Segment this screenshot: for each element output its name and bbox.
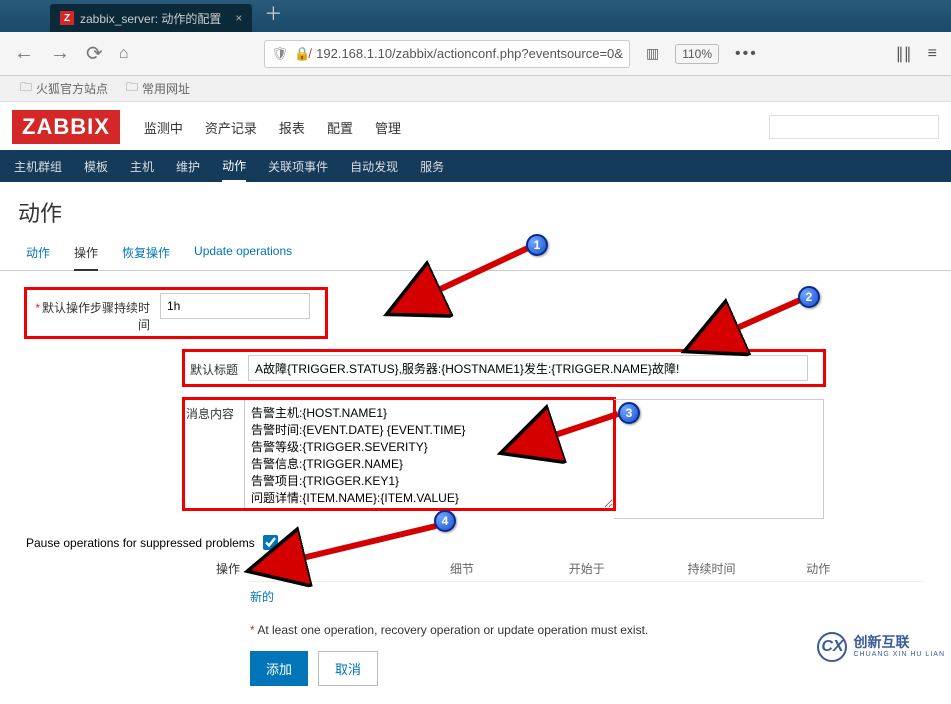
subnav-hosts[interactable]: 主机 <box>130 158 154 175</box>
cancel-button[interactable]: 取消 <box>318 651 378 686</box>
new-op-link[interactable]: 新的 <box>250 582 274 605</box>
search-input[interactable] <box>769 115 939 139</box>
nav-reports[interactable]: 报表 <box>279 118 305 137</box>
tab-favicon: Z <box>60 11 74 25</box>
pause-row: Pause operations for suppressed problems <box>26 533 925 560</box>
add-button[interactable]: 添加 <box>250 651 308 686</box>
url-text: 192.168.1.10/zabbix/actionconf.php?event… <box>316 46 623 61</box>
subnav-services[interactable]: 服务 <box>420 158 444 175</box>
form-tabs: 动作 操作 恢复操作 Update operations <box>0 236 951 271</box>
annotation-bubble-3: 3 <box>618 402 640 424</box>
annotation-bubble-4: 4 <box>434 510 456 532</box>
annotation-bubble-2: 2 <box>798 286 820 308</box>
message-textarea[interactable] <box>244 399 614 509</box>
top-menu: 监测中 资产记录 报表 配置 管理 <box>144 118 401 137</box>
zoom-badge[interactable]: 110% <box>675 44 719 64</box>
form-area: *默认操作步骤持续时间 默认标题 消息内容 Pause operations f… <box>0 271 951 704</box>
sub-nav: 主机群组 模板 主机 维护 动作 关联项事件 自动发现 服务 <box>0 150 951 182</box>
ops-table: 步骤 细节 开始于 持续时间 动作 新的 <box>250 560 925 605</box>
annotation-bubble-1: 1 <box>526 234 548 256</box>
ops-col-start: 开始于 <box>569 560 688 577</box>
tab-recovery[interactable]: 恢复操作 <box>122 236 170 270</box>
shield-icon: 🛡 <box>271 46 288 62</box>
subnav-maintenance[interactable]: 维护 <box>176 158 200 175</box>
page-title: 动作 <box>0 182 951 236</box>
zabbix-page: ZABBIX 监测中 资产记录 报表 配置 管理 主机群组 模板 主机 维护 动… <box>0 102 951 704</box>
home-icon[interactable]: ⌂ <box>119 45 129 63</box>
label-duration: 默认操作步骤持续时间 <box>42 301 150 332</box>
folder-icon: 🗀 <box>20 78 32 99</box>
zabbix-header: ZABBIX 监测中 资产记录 报表 配置 管理 <box>0 102 951 144</box>
reader-icon[interactable]: ▥ <box>646 45 659 62</box>
nav-monitoring[interactable]: 监测中 <box>144 118 183 137</box>
bookmarks-bar: 🗀火狐官方站点 🗀常用网址 <box>0 76 951 102</box>
folder-icon: 🗀 <box>126 78 138 99</box>
subnav-templates[interactable]: 模板 <box>84 158 108 175</box>
ops-col-action: 动作 <box>806 560 925 577</box>
subnav-correlation[interactable]: 关联项事件 <box>268 158 328 175</box>
watermark-text: 创新互联 <box>853 635 945 650</box>
subnav-hostgroups[interactable]: 主机群组 <box>14 158 62 175</box>
duration-input[interactable] <box>160 293 310 319</box>
reload-icon[interactable]: ⟳ <box>86 41 103 66</box>
browser-tab-bar: Z zabbix_server: 动作的配置 × ＋ <box>0 0 951 32</box>
tab-operations[interactable]: 操作 <box>74 236 98 271</box>
subnav-actions[interactable]: 动作 <box>222 157 246 183</box>
tab-action[interactable]: 动作 <box>26 236 50 270</box>
bookmark-common-urls[interactable]: 🗀常用网址 <box>126 78 190 99</box>
url-bar[interactable]: 🛡 🔒̸ 192.168.1.10/zabbix/actionconf.php?… <box>264 40 630 68</box>
label-pause: Pause operations for suppressed problems <box>26 536 255 550</box>
ops-col-duration: 持续时间 <box>688 560 807 577</box>
ops-col-steps: 步骤 <box>250 560 450 577</box>
zabbix-logo[interactable]: ZABBIX <box>12 110 120 144</box>
tab-update-ops[interactable]: Update operations <box>194 236 292 270</box>
close-icon[interactable]: × <box>235 11 242 25</box>
forward-icon[interactable]: → <box>50 42 70 65</box>
browser-tab[interactable]: Z zabbix_server: 动作的配置 × <box>50 4 252 32</box>
watermark-pinyin: CHUANG XIN HU LIAN <box>853 651 945 659</box>
bookmark-firefox-official[interactable]: 🗀火狐官方站点 <box>20 78 108 99</box>
menu-icon[interactable]: ≡ <box>928 45 937 63</box>
nav-inventory[interactable]: 资产记录 <box>205 118 257 137</box>
browser-toolbar: ← → ⟳ ⌂ 🛡 🔒̸ 192.168.1.10/zabbix/actionc… <box>0 32 951 76</box>
watermark-logo: CX <box>817 632 847 662</box>
new-tab-button[interactable]: ＋ <box>264 0 282 26</box>
watermark: CX 创新互联 CHUANG XIN HU LIAN <box>817 632 945 662</box>
search-box <box>769 115 939 139</box>
label-subject: 默认标题 <box>190 363 238 377</box>
label-message: 消息内容 <box>186 407 234 421</box>
subject-input[interactable] <box>248 355 808 381</box>
page-actions-icon[interactable]: ••• <box>735 45 758 63</box>
tab-title: zabbix_server: 动作的配置 <box>80 10 221 27</box>
ops-col-details: 细节 <box>450 560 569 577</box>
label-ops: 操作 <box>26 560 250 577</box>
subnav-discovery[interactable]: 自动发现 <box>350 158 398 175</box>
back-icon[interactable]: ← <box>14 42 34 65</box>
nav-configuration[interactable]: 配置 <box>327 118 353 137</box>
nav-administration[interactable]: 管理 <box>375 118 401 137</box>
library-icon[interactable]: ∥∥ <box>896 44 912 64</box>
insecure-icon: 🔒̸ <box>294 46 310 62</box>
pause-checkbox[interactable] <box>263 535 278 550</box>
